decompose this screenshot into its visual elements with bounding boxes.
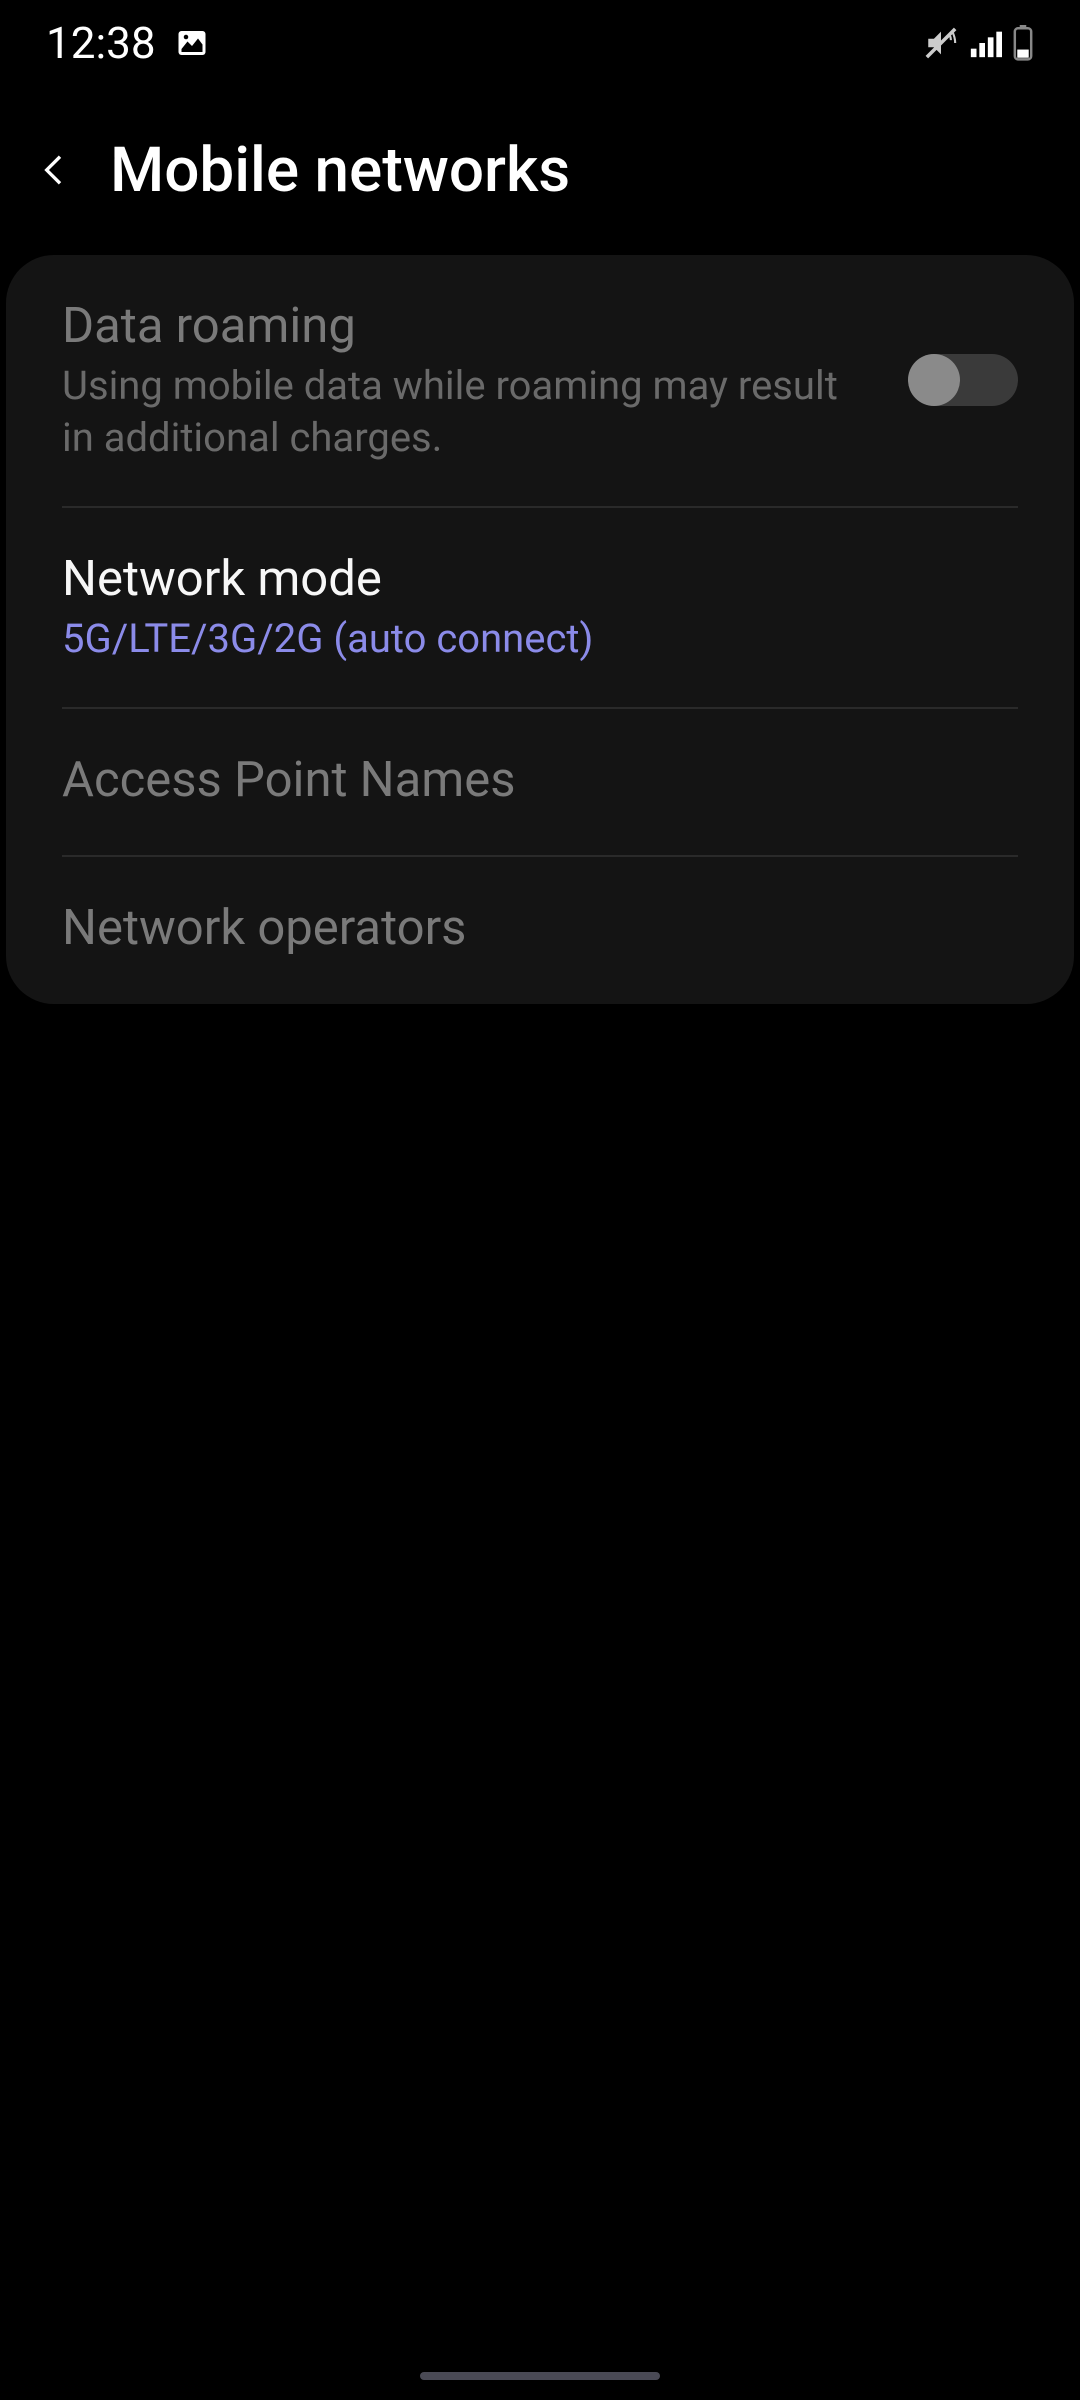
battery-icon (1012, 25, 1034, 61)
data-roaming-row[interactable]: Data roaming Using mobile data while roa… (6, 255, 1074, 506)
network-mode-title: Network mode (62, 550, 978, 609)
mute-vibrate-icon (924, 26, 958, 60)
picture-icon (174, 25, 210, 61)
network-mode-text: Network mode 5G/LTE/3G/2G (auto connect) (62, 550, 1018, 665)
network-operators-title: Network operators (62, 899, 978, 958)
page-title: Mobile networks (110, 134, 570, 207)
network-mode-row[interactable]: Network mode 5G/LTE/3G/2G (auto connect) (6, 508, 1074, 707)
apn-title: Access Point Names (62, 751, 978, 810)
status-time: 12:38 (46, 17, 156, 69)
apn-row[interactable]: Access Point Names (6, 709, 1074, 856)
network-mode-subtitle: 5G/LTE/3G/2G (auto connect) (62, 613, 978, 665)
nav-handle[interactable] (420, 2372, 660, 2380)
signal-icon (968, 26, 1002, 60)
back-button[interactable] (30, 145, 80, 195)
settings-panel: Data roaming Using mobile data while roa… (6, 255, 1074, 1004)
apn-text: Access Point Names (62, 751, 1018, 814)
toggle-knob (908, 354, 960, 406)
network-operators-text: Network operators (62, 899, 1018, 962)
app-header: Mobile networks (0, 85, 1080, 255)
data-roaming-toggle[interactable] (908, 354, 1018, 406)
status-bar: 12:38 (0, 0, 1080, 85)
status-bar-left: 12:38 (46, 17, 210, 69)
data-roaming-title: Data roaming (62, 297, 868, 356)
data-roaming-text: Data roaming Using mobile data while roa… (62, 297, 908, 464)
data-roaming-subtitle: Using mobile data while roaming may resu… (62, 360, 868, 464)
status-bar-right (924, 25, 1034, 61)
network-operators-row[interactable]: Network operators (6, 857, 1074, 1004)
